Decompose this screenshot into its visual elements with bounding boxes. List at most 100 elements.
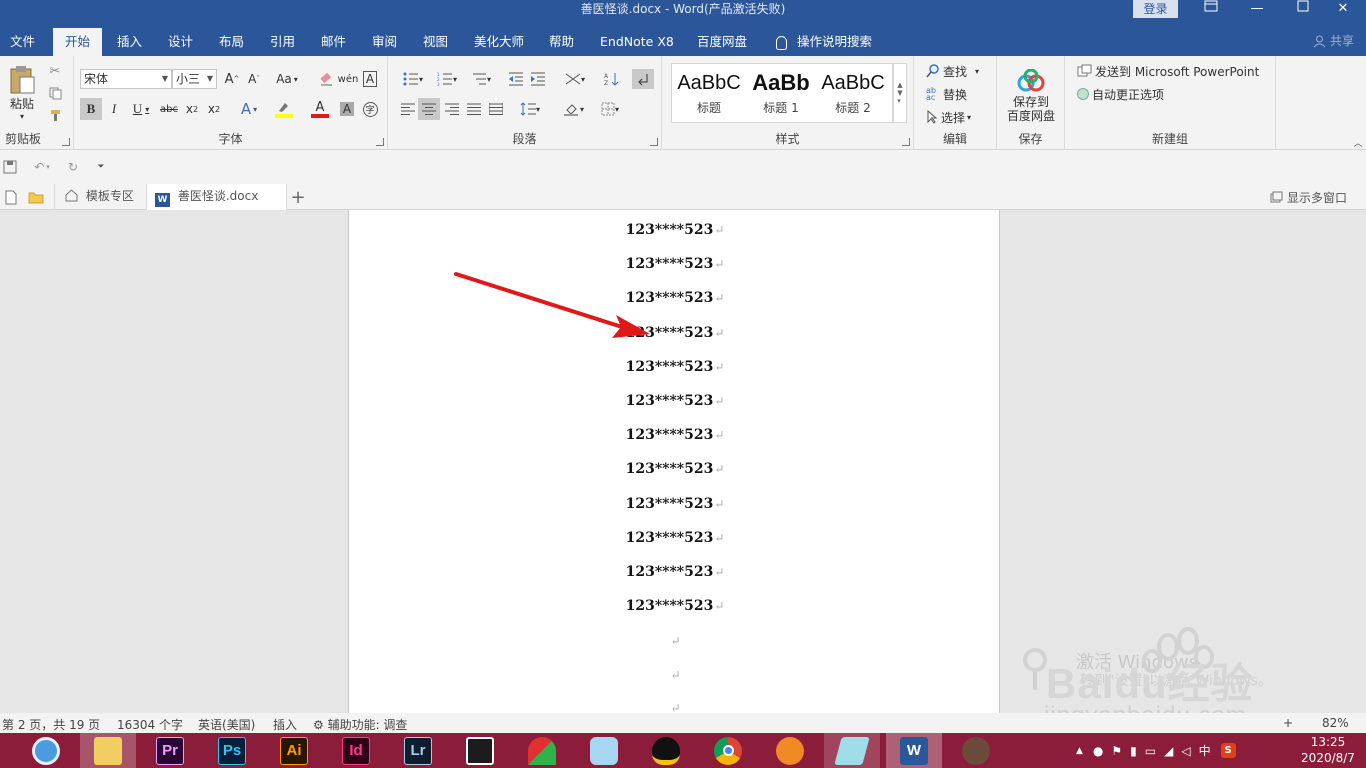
font-size-combo[interactable]: 小三 ▼: [172, 69, 217, 89]
style-gallery-scroll[interactable]: ▲ ▼ ▾: [893, 63, 907, 123]
wifi-icon[interactable]: ◢: [1164, 744, 1173, 758]
insert-mode[interactable]: 插入: [273, 716, 297, 733]
lightroom-taskbar-icon[interactable]: Lr: [390, 733, 446, 768]
chinese-layout-icon[interactable]: ▾: [560, 69, 590, 89]
tab-view[interactable]: 视图: [423, 28, 448, 56]
browser-taskbar-icon[interactable]: [18, 733, 74, 768]
file-explorer-taskbar-icon[interactable]: [80, 733, 136, 768]
share-button[interactable]: 共享: [1313, 28, 1354, 55]
video-player-taskbar-icon[interactable]: [452, 733, 508, 768]
notes-app-taskbar-icon[interactable]: [824, 733, 880, 768]
illustrator-taskbar-icon[interactable]: Ai: [266, 733, 322, 768]
italic-button[interactable]: I: [104, 98, 124, 120]
zoom-level[interactable]: 82%: [1322, 716, 1349, 730]
clipboard-launcher-icon[interactable]: [62, 138, 70, 146]
text-effects-icon[interactable]: A ▾: [234, 98, 264, 120]
document-page[interactable]: 123****523↵ 123****523↵ 123****523↵ 123*…: [348, 210, 1000, 715]
tab-home[interactable]: 开始: [53, 28, 103, 56]
paste-button[interactable]: 粘贴 ▾: [4, 62, 40, 124]
character-shading-icon[interactable]: A: [338, 98, 356, 120]
enclose-characters-icon[interactable]: 字: [360, 98, 380, 120]
accessibility-checker[interactable]: ⚙ 辅助功能: 调查: [313, 716, 407, 733]
copy-icon[interactable]: [46, 84, 64, 102]
show-marks-icon[interactable]: [632, 69, 654, 89]
multilevel-list-icon[interactable]: ▾: [466, 69, 496, 89]
qq-tray-icon[interactable]: ●: [1093, 744, 1103, 758]
open-folder-icon[interactable]: [27, 188, 45, 206]
numbering-icon[interactable]: 1 2 3 ▾: [432, 69, 462, 89]
tab-design[interactable]: 设计: [168, 28, 193, 56]
tab-beautify[interactable]: 美化大师: [474, 28, 524, 56]
align-center-icon[interactable]: [418, 98, 440, 120]
zoom-in-icon[interactable]: +: [1283, 716, 1293, 730]
phonetic-guide-icon[interactable]: wén: [338, 69, 359, 89]
borders-icon[interactable]: ▾: [594, 99, 626, 119]
tab-references[interactable]: 引用: [270, 28, 295, 56]
highlight-color-icon[interactable]: [268, 98, 300, 120]
line-spacing-icon[interactable]: ▾: [514, 99, 546, 119]
shading-icon[interactable]: ▾: [558, 99, 590, 119]
show-multi-window-button[interactable]: 显示多窗口: [1270, 188, 1347, 206]
align-left-icon[interactable]: [398, 99, 418, 119]
paragraph-launcher-icon[interactable]: [650, 138, 658, 146]
superscript-button[interactable]: x2: [204, 98, 224, 120]
send-to-powerpoint-button[interactable]: 发送到 Microsoft PowerPoint: [1077, 62, 1259, 80]
find-button[interactable]: 查找 ▾: [926, 62, 979, 80]
tab-baidu-netdisk[interactable]: 百度网盘: [697, 28, 747, 56]
sogou-input-icon[interactable]: S: [1220, 743, 1236, 758]
redo-icon[interactable]: ↻: [64, 158, 82, 176]
flag-icon[interactable]: ⚑: [1111, 744, 1122, 758]
tab-templates[interactable]: 模板专区: [54, 184, 147, 210]
format-painter-icon[interactable]: [46, 106, 64, 124]
tab-layout[interactable]: 布局: [219, 28, 244, 56]
replace-button[interactable]: ab ac 替换: [926, 85, 967, 103]
underline-button[interactable]: U ▾: [126, 98, 156, 120]
premiere-taskbar-icon[interactable]: Pr: [142, 733, 198, 768]
ribbon-display-options-icon[interactable]: [1188, 0, 1234, 20]
network-icon[interactable]: ▭: [1145, 744, 1156, 758]
save-icon[interactable]: [2, 158, 18, 176]
font-name-combo[interactable]: 宋体 ▼: [80, 69, 172, 89]
orange-app-taskbar-icon[interactable]: [762, 733, 818, 768]
align-right-icon[interactable]: [442, 99, 462, 119]
tab-review[interactable]: 审阅: [372, 28, 397, 56]
customize-qat-icon[interactable]: ⏷: [94, 158, 108, 176]
decrease-indent-icon[interactable]: [506, 69, 526, 89]
select-button[interactable]: 选择 ▾: [926, 108, 971, 126]
language-indicator[interactable]: 英语(美国): [198, 716, 255, 733]
strikethrough-button[interactable]: abc: [158, 98, 180, 120]
chat-app-taskbar-icon[interactable]: [576, 733, 632, 768]
volume-icon[interactable]: ◁: [1181, 744, 1190, 758]
tab-insert[interactable]: 插入: [117, 28, 142, 56]
sort-icon[interactable]: AZ: [602, 69, 622, 89]
tell-me-search[interactable]: 操作说明搜索: [776, 28, 872, 56]
styles-launcher-icon[interactable]: [902, 138, 910, 146]
photo-app-taskbar-icon[interactable]: [948, 733, 1004, 768]
shrink-font-icon[interactable]: Aˇ: [244, 69, 264, 89]
word-count[interactable]: 16304 个字: [117, 716, 183, 733]
tab-help[interactable]: 帮助: [549, 28, 574, 56]
style-title[interactable]: AaBbC 标题: [674, 64, 744, 122]
ime-indicator[interactable]: 中: [1199, 742, 1211, 759]
style-heading-2[interactable]: AaBbC 标题 2: [818, 64, 888, 122]
save-to-baidu-button[interactable]: 保存到 百度网盘: [1001, 64, 1061, 128]
add-tab-icon[interactable]: +: [288, 187, 308, 208]
chrome-taskbar-icon[interactable]: [700, 733, 756, 768]
font-launcher-icon[interactable]: [376, 138, 384, 146]
subscript-button[interactable]: x2: [182, 98, 202, 120]
cut-icon[interactable]: ✂: [46, 62, 64, 80]
tab-mailings[interactable]: 邮件: [321, 28, 346, 56]
indesign-taskbar-icon[interactable]: Id: [328, 733, 384, 768]
increase-indent-icon[interactable]: [528, 69, 548, 89]
grow-font-icon[interactable]: A ^: [222, 69, 242, 89]
login-button[interactable]: 登录: [1133, 0, 1178, 18]
minimize-icon[interactable]: —: [1234, 0, 1280, 20]
font-color-icon[interactable]: A: [304, 98, 336, 120]
battery-icon[interactable]: ▮: [1130, 744, 1137, 758]
word-taskbar-icon[interactable]: W: [886, 733, 942, 768]
distributed-icon[interactable]: [486, 99, 506, 119]
clear-format-icon[interactable]: [316, 69, 336, 89]
qq-taskbar-icon[interactable]: [638, 733, 694, 768]
clock[interactable]: 13:25 2020/8/7: [1298, 734, 1358, 766]
collapse-ribbon-icon[interactable]: ︿: [1352, 136, 1364, 149]
